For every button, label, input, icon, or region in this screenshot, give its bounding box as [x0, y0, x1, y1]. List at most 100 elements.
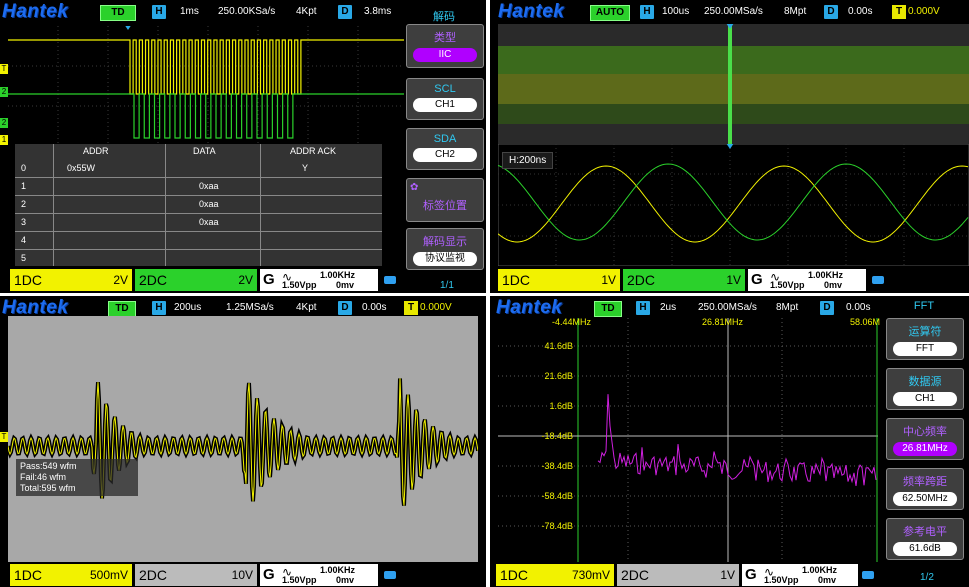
db-label: -18.4dB: [541, 431, 573, 441]
table-row[interactable]: 3 0xaa: [15, 213, 382, 232]
db-label: -78.4dB: [541, 521, 573, 531]
table-row[interactable]: 5: [15, 249, 382, 268]
db-label: 21.6dB: [544, 371, 573, 381]
trigger-level-value: 0.000V: [420, 302, 452, 313]
mask-panel: Hantek TD H 200us 1.25MSa/s 4Kpt D 0.00s…: [0, 296, 486, 587]
ch2-scale-box[interactable]: 2DC 2V: [135, 269, 257, 291]
table-row[interactable]: 2 0xaa: [15, 195, 382, 214]
top-status-bar: Hantek AUTO H 100us 250.00MSa/s 8Mpt D 0…: [490, 0, 969, 26]
ch1-scale-box[interactable]: 1DC 730mV: [496, 564, 614, 586]
run-mode-badge[interactable]: TD: [594, 301, 622, 317]
generator-box[interactable]: G ∿ 1.50Vpp 1.00KHz 0mv: [260, 269, 378, 291]
db-label: 1.6dB: [549, 401, 573, 411]
source-button[interactable]: 数据源 CH1: [886, 368, 964, 410]
sample-rate-value: 250.00MSa/s: [698, 302, 757, 313]
zoom-timebase-label: H:200ns: [502, 152, 554, 169]
delay-value: 0.00s: [846, 302, 871, 313]
usb-icon: [384, 276, 396, 284]
decode-display-button[interactable]: 解码显示 协议监视: [406, 228, 484, 270]
generator-box[interactable]: G ∿ 1.50Vpp 1.00KHz 0mv: [260, 564, 378, 586]
memory-depth-value: 4Kpt: [296, 302, 317, 313]
label-position-button[interactable]: ✿ 标签位置: [406, 178, 484, 222]
page-number: 1/2: [920, 572, 934, 583]
ch1-scale-box[interactable]: 1DC 2V: [10, 269, 132, 291]
hantek-logo: Hantek: [2, 1, 69, 22]
channel-bar: 1DC 500mV 2DC 10V G ∿ 1.50Vpp 1.00KHz 0m…: [0, 564, 486, 586]
generator-box[interactable]: G ∿ 1.50Vpp 1.00KHz 0mv: [742, 564, 858, 586]
horizontal-tag[interactable]: H: [640, 5, 654, 19]
decode-menu: 解码 类型 IIC SCL CH1 SDA CH2 ✿ 标签位置 解码显示 协议…: [404, 0, 486, 293]
horizontal-tag[interactable]: H: [152, 5, 166, 19]
table-row[interactable]: 1 0xaa: [15, 177, 382, 196]
fft-spectrum-trace: [597, 394, 877, 486]
memory-depth-value: 8Mpt: [784, 6, 807, 17]
overview-window: [498, 24, 969, 144]
memory-depth-value: 4Kpt: [296, 6, 317, 17]
channel-bar: 1DC 2V 2DC 2V G ∿ 1.50Vpp 1.00KHz 0mv: [0, 269, 404, 291]
timebase-value: 2us: [660, 302, 677, 313]
scl-source-button[interactable]: SCL CH1: [406, 78, 484, 120]
delay-tag[interactable]: D: [338, 301, 352, 315]
fail-count: Fail:46 wfm: [20, 472, 67, 482]
generator-box[interactable]: G ∿ 1.50Vpp 1.00KHz 0mv: [748, 269, 866, 291]
decode-type-button[interactable]: 类型 IIC: [406, 24, 484, 68]
timebase-value: 100us: [662, 6, 690, 17]
ch2-scale-box[interactable]: 2DC 1V: [623, 269, 745, 291]
table-row[interactable]: 4: [15, 231, 382, 250]
center-frequency-button[interactable]: 中心频率 26.81MHz: [886, 418, 964, 460]
ch2-scale-box[interactable]: 2DC 1V: [617, 564, 739, 586]
run-mode-badge[interactable]: TD: [100, 5, 136, 21]
delay-tag[interactable]: D: [338, 5, 352, 19]
hantek-logo: Hantek: [496, 297, 563, 318]
run-mode-badge[interactable]: AUTO: [590, 5, 630, 21]
sample-rate-value: 250.00MSa/s: [704, 6, 763, 17]
ch2-level-marker: 2: [0, 87, 8, 97]
mask-waveform-grid: [8, 316, 478, 562]
usb-icon: [872, 276, 884, 284]
freq-center-label: 26.81MHz: [702, 317, 744, 327]
pass-fail-stats: Pass:549 wfm Fail:46 wfm Total:595 wfm: [16, 459, 138, 496]
fft-panel: Hantek TD H 2us 250.00MSa/s 8Mpt D 0.00s…: [490, 296, 969, 587]
sample-rate-value: 1.25MSa/s: [226, 302, 274, 313]
ch1-scale-box[interactable]: 1DC 500mV: [10, 564, 132, 586]
freq-right-label: 58.06M: [850, 317, 881, 327]
header-addr: ADDR: [83, 146, 109, 156]
frequency-span-button[interactable]: 频率跨距 62.50MHz: [886, 468, 964, 510]
operator-button[interactable]: 运算符 FFT: [886, 318, 964, 360]
delay-value: 0.00s: [848, 6, 873, 17]
sda-source-button[interactable]: SDA CH2: [406, 128, 484, 170]
trigger-tag[interactable]: T: [892, 5, 906, 19]
db-label: 41.6dB: [544, 341, 573, 351]
page-number: 1/1: [440, 280, 454, 291]
scl-trace: [8, 39, 404, 95]
reference-level-button[interactable]: 参考电平 61.6dB: [886, 518, 964, 560]
delay-tag[interactable]: D: [820, 301, 834, 315]
ch2-scale-box[interactable]: 2DC 10V: [135, 564, 257, 586]
delay-tag[interactable]: D: [824, 5, 838, 19]
horizontal-tag[interactable]: H: [636, 301, 650, 315]
table-row[interactable]: 0 0x55W Y: [15, 160, 382, 178]
db-label: -38.4dB: [541, 461, 573, 471]
delay-value: 3.8ms: [364, 6, 392, 17]
decode-panel: Hantek TD H 1ms 250.00KSa/s 4Kpt D 3.8ms…: [0, 0, 486, 293]
horizontal-tag[interactable]: H: [152, 301, 166, 315]
trigger-level-marker: T: [0, 432, 8, 442]
usb-icon: [862, 571, 874, 579]
knob-icon: ✿: [410, 182, 419, 193]
db-label: -58.4dB: [541, 491, 573, 501]
ch1-scale-box[interactable]: 1DC 1V: [498, 269, 620, 291]
decode-table: ADDR DATA ADDR ACK 0 0x55W Y 1 0xaa 2 0x…: [15, 144, 382, 266]
ch1-marker: 1: [0, 135, 8, 145]
zoom-waveform-grid: [498, 144, 969, 266]
hantek-logo: Hantek: [498, 1, 565, 22]
trigger-tag[interactable]: T: [404, 301, 418, 315]
run-mode-badge[interactable]: TD: [108, 301, 136, 317]
usb-icon: [384, 571, 396, 579]
fft-menu: FFT 运算符 FFT 数据源 CH1 中心频率 26.81MHz 频率跨距 6…: [880, 296, 969, 587]
memory-depth-value: 8Mpt: [776, 302, 799, 313]
channel-bar: 1DC 1V 2DC 1V G ∿ 1.50Vpp 1.00KHz 0mv: [490, 269, 969, 291]
pass-count: Pass:549 wfm: [20, 461, 77, 471]
total-count: Total:595 wfm: [20, 483, 76, 493]
delay-value: 0.00s: [362, 302, 387, 313]
freq-left-label: -4.44MHz: [552, 317, 592, 327]
